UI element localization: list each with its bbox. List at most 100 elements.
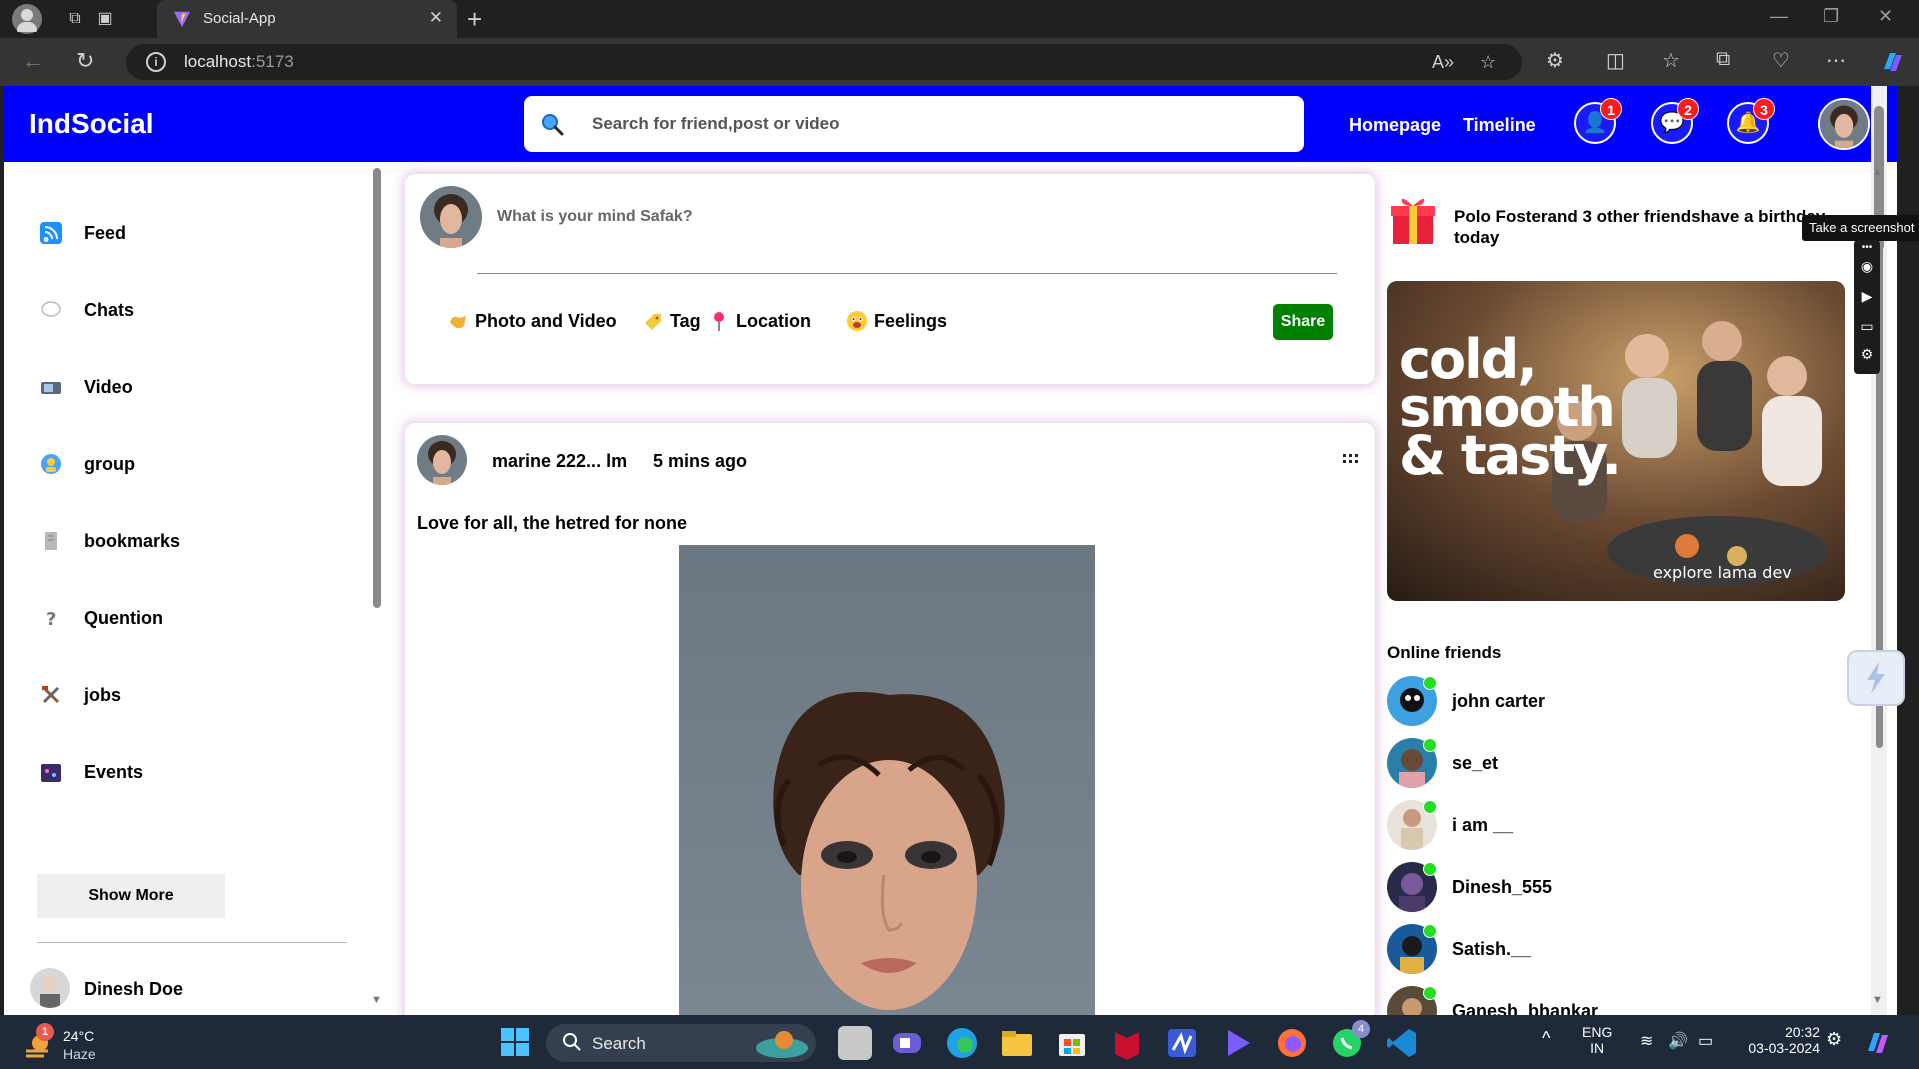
sidebar-item-label: Events — [84, 762, 144, 782]
site-info-icon[interactable]: i — [146, 52, 166, 72]
notifications-button[interactable]: 🔔 3 — [1727, 98, 1775, 144]
brand-logo[interactable]: IndSocial — [29, 108, 153, 140]
post-image[interactable] — [679, 545, 1095, 1015]
search-icon — [542, 114, 564, 136]
close-window-icon[interactable]: ✕ — [1878, 6, 1893, 27]
online-status-dot — [1423, 738, 1437, 752]
browser-tab[interactable]: Social-App ✕ — [157, 0, 457, 38]
friend-name: Dinesh_555 — [1452, 877, 1553, 897]
friend-requests-button[interactable]: 👤 1 — [1574, 98, 1622, 144]
video-record-icon[interactable]: ▶ — [1858, 288, 1876, 306]
share-card: Photo and Video Tag Location Feelings Sh… — [405, 174, 1375, 384]
region-code: IN — [1590, 1040, 1605, 1056]
microsoft-store-icon[interactable] — [1055, 1026, 1089, 1060]
sidebar-item-label: Video — [84, 377, 133, 397]
more-options-icon[interactable]: ⋯ — [1826, 48, 1846, 73]
window-capture-icon[interactable]: ▭ — [1858, 318, 1876, 336]
notifications-badge: 3 — [1753, 98, 1775, 120]
new-tab-icon[interactable]: + — [467, 4, 482, 35]
browser-profile-icon[interactable] — [12, 4, 42, 34]
vscode-icon[interactable] — [1385, 1026, 1419, 1060]
media-player-icon[interactable] — [1220, 1026, 1254, 1060]
messages-button[interactable]: 💬 2 — [1651, 98, 1699, 144]
firefox-icon[interactable] — [1275, 1026, 1309, 1060]
tray-chevron-icon[interactable]: ^ — [1542, 1028, 1550, 1049]
read-aloud-icon[interactable]: A» — [1432, 52, 1454, 73]
extensions-icon[interactable]: ⚙ — [1546, 48, 1564, 73]
advertisement-banner[interactable]: cold, smooth & tasty. explore lama dev — [1387, 281, 1845, 601]
question-icon: ? — [46, 609, 56, 629]
option-label: Location — [736, 311, 811, 331]
sidebar-scrollbar[interactable] — [373, 168, 381, 608]
copilot-icon[interactable] — [1878, 47, 1908, 77]
friend-name: Ganesh_bhankar — [1452, 1001, 1599, 1015]
sidebar-scroll-down-icon[interactable]: ▼ — [371, 994, 382, 1006]
taskbar-search[interactable]: Search — [546, 1024, 816, 1062]
edge-browser-icon[interactable] — [945, 1026, 979, 1060]
avatar[interactable] — [417, 435, 467, 485]
online-friend[interactable]: i am __ — [1387, 800, 1687, 852]
search-input[interactable] — [592, 114, 1272, 134]
mcafee-icon[interactable] — [1110, 1026, 1144, 1060]
tab-actions-icon[interactable]: ▣ — [92, 6, 118, 32]
volume-icon[interactable]: 🔊 — [1668, 1031, 1688, 1051]
maximize-icon[interactable]: ❐ — [1823, 6, 1839, 27]
battery-icon[interactable]: ▭ — [1698, 1031, 1713, 1051]
windows-start-icon[interactable] — [500, 1027, 530, 1057]
search-bar[interactable] — [524, 96, 1304, 152]
post-input[interactable] — [497, 208, 1197, 226]
collections-icon[interactable]: ⧉ — [1716, 48, 1730, 71]
friend-name: i am __ — [1452, 815, 1514, 835]
weather-badge: 1 — [36, 1023, 54, 1041]
weather-widget[interactable]: 1 24°C Haze — [22, 1023, 132, 1063]
scroll-down-icon[interactable]: ▼ — [1872, 994, 1883, 1006]
clock[interactable]: 20:32 03-03-2024 — [1738, 1024, 1820, 1056]
back-icon[interactable]: ← — [22, 48, 44, 74]
online-friend[interactable]: Ganesh_bhankar — [1387, 986, 1687, 1015]
url-text: localhost:5173 — [184, 52, 294, 72]
vs-app-icon[interactable] — [1165, 1026, 1199, 1060]
workspaces-icon[interactable]: ⧉ — [62, 6, 88, 32]
friend-name: Satish.__ — [1452, 939, 1532, 959]
online-friend[interactable]: Satish.__ — [1387, 924, 1687, 976]
tools-icon — [42, 686, 60, 704]
app-navbar: IndSocial Homepage Timeline 👤 1 💬 2 🔔 3 — [4, 86, 1897, 162]
weather-temp: 24°C — [63, 1028, 95, 1044]
online-friend[interactable]: Dinesh_555 — [1387, 862, 1687, 914]
meet-now-icon[interactable] — [890, 1026, 924, 1060]
wifi-icon[interactable]: ≋ — [1640, 1031, 1653, 1051]
floating-action-button[interactable] — [1847, 650, 1905, 706]
refresh-icon[interactable]: ↻ — [76, 48, 94, 74]
copilot-taskbar-icon[interactable] — [1862, 1027, 1894, 1059]
split-screen-icon[interactable]: ◫ — [1606, 48, 1625, 73]
settings-gear-icon[interactable]: ⚙ — [1858, 346, 1876, 364]
svg-text:?: ? — [46, 609, 56, 629]
whatsapp-app[interactable]: 4 — [1330, 1020, 1370, 1060]
more-options-icon[interactable] — [1341, 449, 1361, 469]
language-indicator[interactable]: ENG IN — [1582, 1024, 1612, 1056]
tab-title: Social-App — [203, 10, 276, 27]
url-field[interactable]: i localhost:5173 A» ☆ — [126, 44, 1522, 80]
file-explorer-icon[interactable] — [1000, 1026, 1034, 1060]
online-friend[interactable]: john carter — [1387, 676, 1687, 728]
nav-homepage[interactable]: Homepage — [1349, 115, 1441, 136]
notification-settings-icon[interactable]: ⚙ — [1826, 1029, 1842, 1050]
browser-essentials-icon[interactable]: ♡ — [1772, 48, 1790, 73]
location-pin-icon — [714, 312, 724, 331]
favorite-star-icon[interactable]: ☆ — [1480, 52, 1496, 73]
share-button[interactable]: Share — [1273, 304, 1333, 340]
post-username[interactable]: marine 222... lm — [492, 451, 627, 472]
nav-timeline[interactable]: Timeline — [1463, 115, 1536, 136]
favorites-icon[interactable]: ☆ — [1662, 48, 1680, 73]
browser-address-bar: ← ↻ i localhost:5173 A» ☆ ⚙ ◫ ☆ ⧉ ♡ ⋯ — [0, 38, 1919, 86]
camera-icon[interactable]: ◉ — [1858, 258, 1876, 276]
profile-avatar[interactable] — [1818, 98, 1870, 150]
task-view-icon[interactable] — [838, 1026, 872, 1060]
post-text: Love for all, the hetred for none — [417, 513, 688, 533]
online-friend[interactable]: se_et — [1387, 738, 1687, 790]
minimize-icon[interactable]: — — [1770, 6, 1788, 27]
show-more-button[interactable]: Show More — [37, 874, 225, 918]
tab-close-icon[interactable]: ✕ — [429, 8, 443, 28]
scroll-up-icon[interactable]: ▲ — [1872, 166, 1883, 178]
photo-icon — [450, 316, 466, 329]
